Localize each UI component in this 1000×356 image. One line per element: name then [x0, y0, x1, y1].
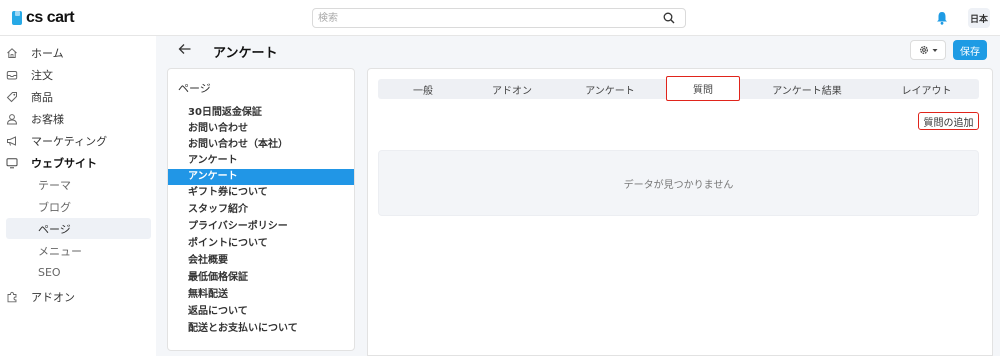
tab-questions[interactable]: 質問	[666, 76, 740, 101]
sidebar-item-label: 商品	[31, 90, 53, 104]
pages-panel-title: ページ	[178, 82, 211, 95]
save-button[interactable]: 保存	[953, 40, 987, 60]
page-link[interactable]: 会社概要	[168, 253, 354, 269]
tab-layout[interactable]: レイアウト	[874, 79, 979, 99]
pages-panel: ページ 30日間返金保証 お問い合わせ お問い合わせ（本社） アンケート アンケ…	[167, 68, 355, 351]
puzzle-icon	[7, 291, 17, 302]
page-title: アンケート	[213, 46, 278, 61]
sidebar-item-label: マーケティング	[31, 134, 108, 148]
page-link[interactable]: プライバシーポリシー	[168, 219, 354, 235]
sidebar-item-label: ホーム	[31, 46, 64, 60]
page-link[interactable]: 返品について	[168, 304, 354, 320]
sidebar-item-addons[interactable]: アドオン	[6, 286, 151, 307]
sidebar-item-home[interactable]: ホーム	[6, 42, 151, 63]
page-header: アンケート 保存	[156, 36, 1000, 64]
page-link[interactable]: お問い合わせ（本社）	[168, 137, 354, 153]
sidebar-item-label: ウェブサイト	[31, 156, 97, 170]
logo-mark-icon	[12, 11, 22, 25]
sidebar-item-marketing[interactable]: マーケティング	[6, 130, 151, 151]
tab-survey-results[interactable]: アンケート結果	[740, 79, 874, 99]
tag-icon	[6, 91, 17, 102]
sidebar-item-customers[interactable]: お客様	[6, 108, 151, 129]
inbox-icon	[6, 70, 18, 79]
caret-down-icon	[932, 48, 938, 52]
page-link[interactable]: ポイントについて	[168, 236, 354, 252]
sidebar-subitem-menus[interactable]: メニュー	[6, 240, 151, 261]
sidebar-item-label: 注文	[31, 68, 53, 82]
page-link-selected[interactable]: アンケート	[168, 169, 354, 185]
content-panel: 一般 アドオン アンケート 質問 アンケート結果 レイアウト 質問の追加 データ…	[367, 68, 993, 356]
monitor-icon	[6, 157, 18, 168]
logo-text: cs cart	[26, 9, 75, 26]
back-arrow-icon[interactable]	[178, 43, 192, 55]
sidebar-item-label: アドオン	[31, 290, 75, 304]
bell-icon[interactable]	[936, 11, 948, 25]
add-question-button[interactable]: 質問の追加	[918, 112, 979, 130]
home-icon	[7, 47, 17, 58]
search-bar[interactable]	[312, 8, 686, 28]
page-link[interactable]: 30日間返金保証	[168, 105, 354, 121]
sidebar-item-website[interactable]: ウェブサイト	[6, 152, 151, 173]
sidebar: ホーム 注文 商品 お客様 マーケティング ウェブサイト テーマ ブログ ページ…	[0, 36, 156, 356]
page-link[interactable]: 配送とお支払いについて	[168, 321, 354, 337]
empty-state-message: データが見つかりません	[623, 179, 734, 191]
main-area: アンケート 保存 ページ 30日間返金保証 お問い合わせ お問い合わせ（本社） …	[156, 36, 1000, 356]
language-button[interactable]: 日本	[968, 8, 990, 28]
sidebar-item-label: お客様	[31, 112, 64, 126]
tab-general[interactable]: 一般	[378, 79, 468, 99]
empty-state: データが見つかりません	[378, 150, 979, 216]
page-link[interactable]: 無料配送	[168, 287, 354, 303]
gear-icon	[920, 46, 928, 54]
logo[interactable]: cs cart	[12, 9, 75, 27]
tab-addons[interactable]: アドオン	[468, 79, 556, 99]
settings-dropdown-button[interactable]	[910, 40, 946, 60]
page-link[interactable]: 最低価格保証	[168, 270, 354, 286]
tab-survey[interactable]: アンケート	[556, 79, 664, 99]
page-link[interactable]: スタッフ紹介	[168, 202, 354, 218]
sidebar-subitem-seo[interactable]: SEO	[6, 262, 151, 283]
top-bar: cs cart 日本	[0, 0, 1000, 36]
sidebar-item-products[interactable]: 商品	[6, 86, 151, 107]
user-icon	[6, 113, 18, 124]
search-input[interactable]	[313, 9, 643, 27]
page-link[interactable]: アンケート	[168, 153, 354, 169]
sidebar-subitem-blog[interactable]: ブログ	[6, 196, 151, 217]
page-link[interactable]: お問い合わせ	[168, 121, 354, 137]
megaphone-icon	[7, 135, 16, 146]
page-link[interactable]: ギフト券について	[168, 185, 354, 201]
sidebar-subitem-themes[interactable]: テーマ	[6, 174, 151, 195]
sidebar-item-orders[interactable]: 注文	[6, 64, 151, 85]
search-icon[interactable]	[663, 12, 675, 24]
tab-bar: 一般 アドオン アンケート 質問 アンケート結果 レイアウト	[378, 76, 979, 101]
sidebar-subitem-pages[interactable]: ページ	[6, 218, 151, 239]
